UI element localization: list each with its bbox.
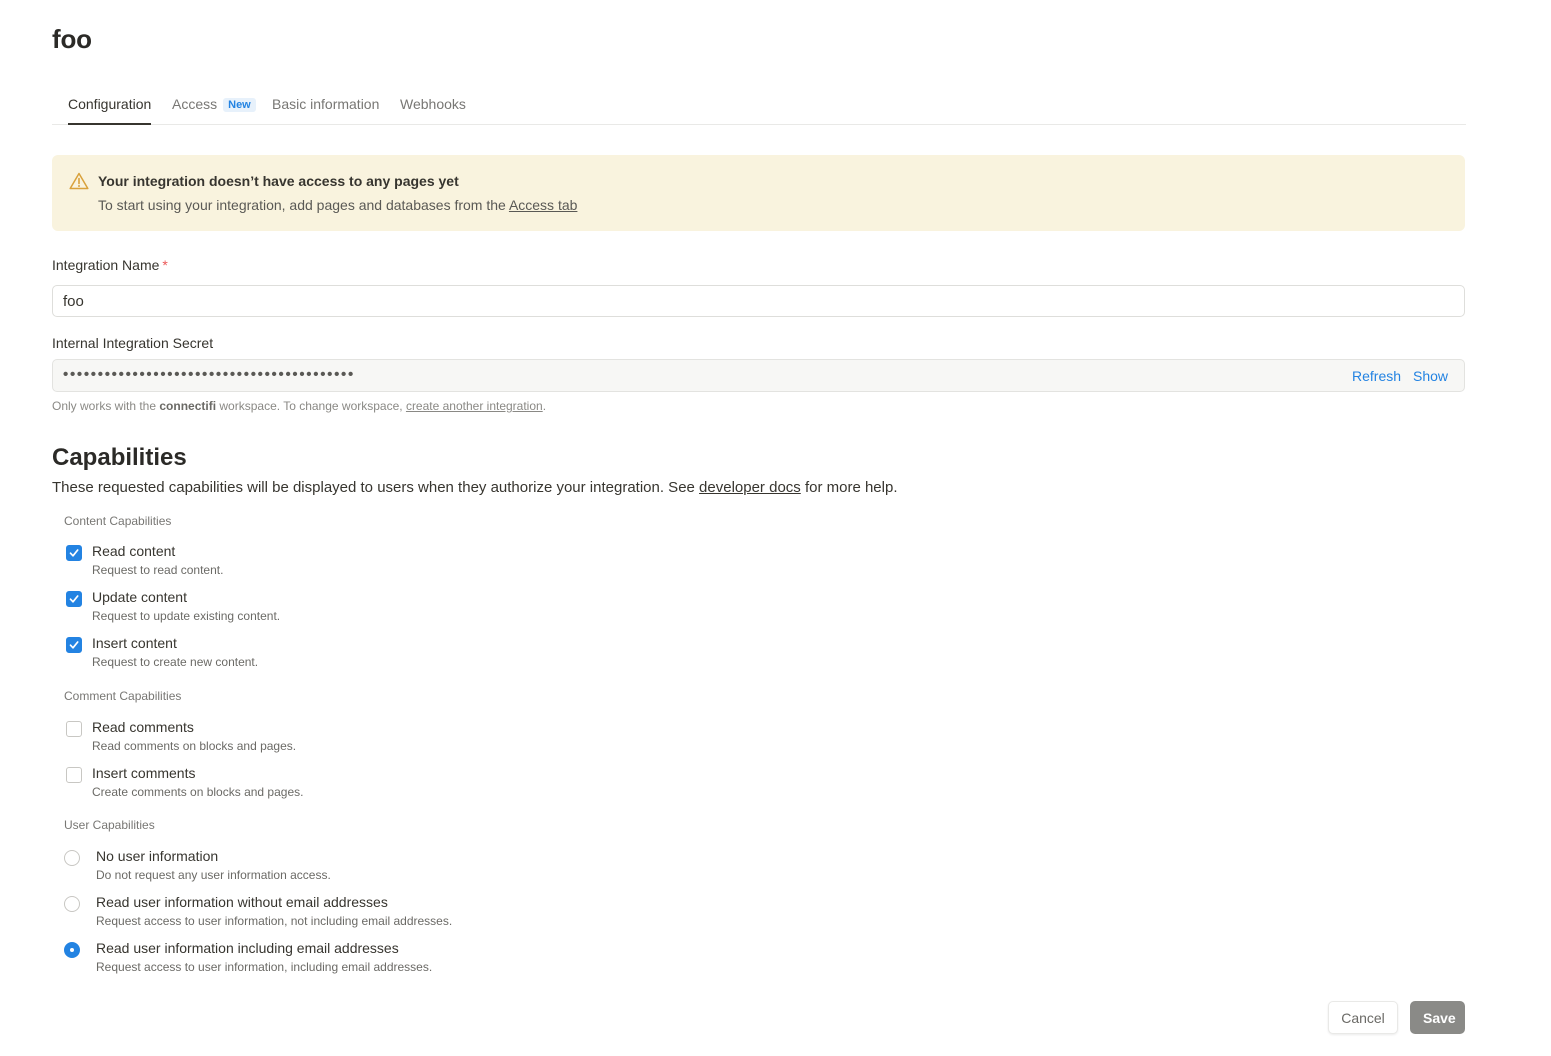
banner-body: To start using your integration, add pag… bbox=[98, 197, 577, 213]
read-content-title: Read content bbox=[92, 543, 176, 559]
checkmark-icon bbox=[69, 595, 79, 603]
read-comments-checkbox[interactable] bbox=[66, 721, 82, 737]
capabilities-desc-suffix: for more help. bbox=[800, 479, 898, 496]
workspace-note-prefix: Only works with the bbox=[52, 399, 160, 413]
read-user-info-without-email-radio[interactable] bbox=[64, 896, 80, 912]
banner-body-text: To start using your integration, add pag… bbox=[98, 197, 509, 213]
integration-name-label: Integration Name * bbox=[52, 257, 168, 273]
workspace-note-middle: workspace. To change workspace, bbox=[216, 399, 406, 413]
integration-secret-label: Internal Integration Secret bbox=[52, 335, 214, 351]
refresh-secret-button[interactable]: Refresh bbox=[1352, 368, 1401, 384]
insert-content-title: Insert content bbox=[92, 635, 177, 651]
access-tab-link[interactable]: Access tab bbox=[509, 197, 577, 213]
read-user-info-with-email-desc: Request access to user information, incl… bbox=[96, 960, 433, 974]
option-read-comments: Read comments Read comments on blocks an… bbox=[64, 719, 664, 759]
no-user-information-desc: Do not request any user information acce… bbox=[96, 868, 331, 882]
insert-content-desc: Request to create new content. bbox=[92, 655, 259, 669]
insert-comments-desc: Create comments on blocks and pages. bbox=[92, 785, 304, 799]
workspace-name: connectifi bbox=[159, 399, 217, 413]
read-comments-desc: Read comments on blocks and pages. bbox=[92, 739, 297, 753]
option-read-user-info-with-email: Read user information including email ad… bbox=[64, 940, 664, 980]
option-read-user-info-without-email: Read user information without email addr… bbox=[64, 894, 664, 934]
capabilities-desc-prefix: These requested capabilities will be dis… bbox=[52, 479, 700, 496]
tab-bar: Configuration Access New Basic informatio… bbox=[52, 84, 1466, 125]
integration-name-label-text: Integration Name bbox=[52, 257, 160, 273]
update-content-title: Update content bbox=[92, 589, 187, 605]
integration-config-page: foo Configuration Access New Basic inform… bbox=[0, 0, 1551, 1056]
insert-content-checkbox[interactable] bbox=[66, 637, 82, 653]
banner-title: Your integration doesn’t have access to … bbox=[98, 173, 459, 189]
checkmark-icon bbox=[69, 641, 79, 649]
save-button[interactable]: Save bbox=[1410, 1001, 1465, 1034]
insert-comments-title: Insert comments bbox=[92, 765, 196, 781]
comment-capabilities-label: Comment Capabilities bbox=[64, 689, 182, 703]
read-user-info-without-email-desc: Request access to user information, not … bbox=[96, 914, 453, 928]
show-secret-button[interactable]: Show bbox=[1413, 368, 1448, 384]
option-update-content: Update content Request to update existin… bbox=[64, 589, 664, 629]
capabilities-description: These requested capabilities will be dis… bbox=[52, 479, 898, 496]
tab-configuration[interactable]: Configuration bbox=[68, 96, 152, 125]
read-user-info-with-email-title: Read user information including email ad… bbox=[96, 940, 399, 956]
tab-access[interactable]: Access New bbox=[172, 96, 256, 124]
new-badge: New bbox=[223, 98, 256, 112]
tab-basic-information[interactable]: Basic information bbox=[272, 96, 379, 124]
workspace-note-suffix: . bbox=[542, 399, 547, 413]
no-user-information-title: No user information bbox=[96, 848, 219, 864]
option-insert-comments: Insert comments Create comments on block… bbox=[64, 765, 664, 805]
page-title: foo bbox=[52, 24, 92, 54]
read-content-checkbox[interactable] bbox=[66, 545, 82, 561]
create-another-integration-link[interactable]: create another integration bbox=[406, 399, 543, 413]
tab-webhooks-label: Webhooks bbox=[400, 96, 466, 112]
option-read-content: Read content Request to read content. bbox=[64, 543, 664, 583]
update-content-checkbox[interactable] bbox=[66, 591, 82, 607]
developer-docs-link[interactable]: developer docs bbox=[699, 479, 801, 496]
no-user-information-radio[interactable] bbox=[64, 850, 80, 866]
cancel-button[interactable]: Cancel bbox=[1328, 1001, 1398, 1034]
read-user-info-without-email-title: Read user information without email addr… bbox=[96, 894, 388, 910]
capabilities-heading: Capabilities bbox=[52, 444, 187, 471]
option-insert-content: Insert content Request to create new con… bbox=[64, 635, 664, 675]
tab-access-label: Access bbox=[172, 96, 218, 112]
insert-comments-checkbox[interactable] bbox=[66, 767, 82, 783]
secret-masked-value: ••••••••••••••••••••••••••••••••••••••••… bbox=[63, 366, 355, 383]
tab-basic-information-label: Basic information bbox=[272, 96, 380, 112]
content-capabilities-label: Content Capabilities bbox=[64, 514, 172, 528]
tab-webhooks[interactable]: Webhooks bbox=[400, 96, 466, 124]
no-access-warning-banner: Your integration doesn’t have access to … bbox=[52, 155, 1465, 231]
user-capabilities-label: User Capabilities bbox=[64, 818, 155, 832]
checkmark-icon bbox=[69, 549, 79, 557]
workspace-note: Only works with the connectifi workspace… bbox=[52, 399, 546, 413]
read-content-desc: Request to read content. bbox=[92, 563, 224, 577]
integration-name-input[interactable] bbox=[52, 285, 1465, 317]
read-user-info-with-email-radio[interactable] bbox=[64, 942, 80, 958]
tab-configuration-label: Configuration bbox=[68, 96, 152, 112]
required-marker: * bbox=[162, 257, 168, 273]
option-no-user-information: No user information Do not request any u… bbox=[64, 848, 664, 888]
read-comments-title: Read comments bbox=[92, 719, 194, 735]
warning-icon bbox=[69, 172, 89, 190]
update-content-desc: Request to update existing content. bbox=[92, 609, 281, 623]
integration-secret-field: ••••••••••••••••••••••••••••••••••••••••… bbox=[52, 359, 1465, 392]
